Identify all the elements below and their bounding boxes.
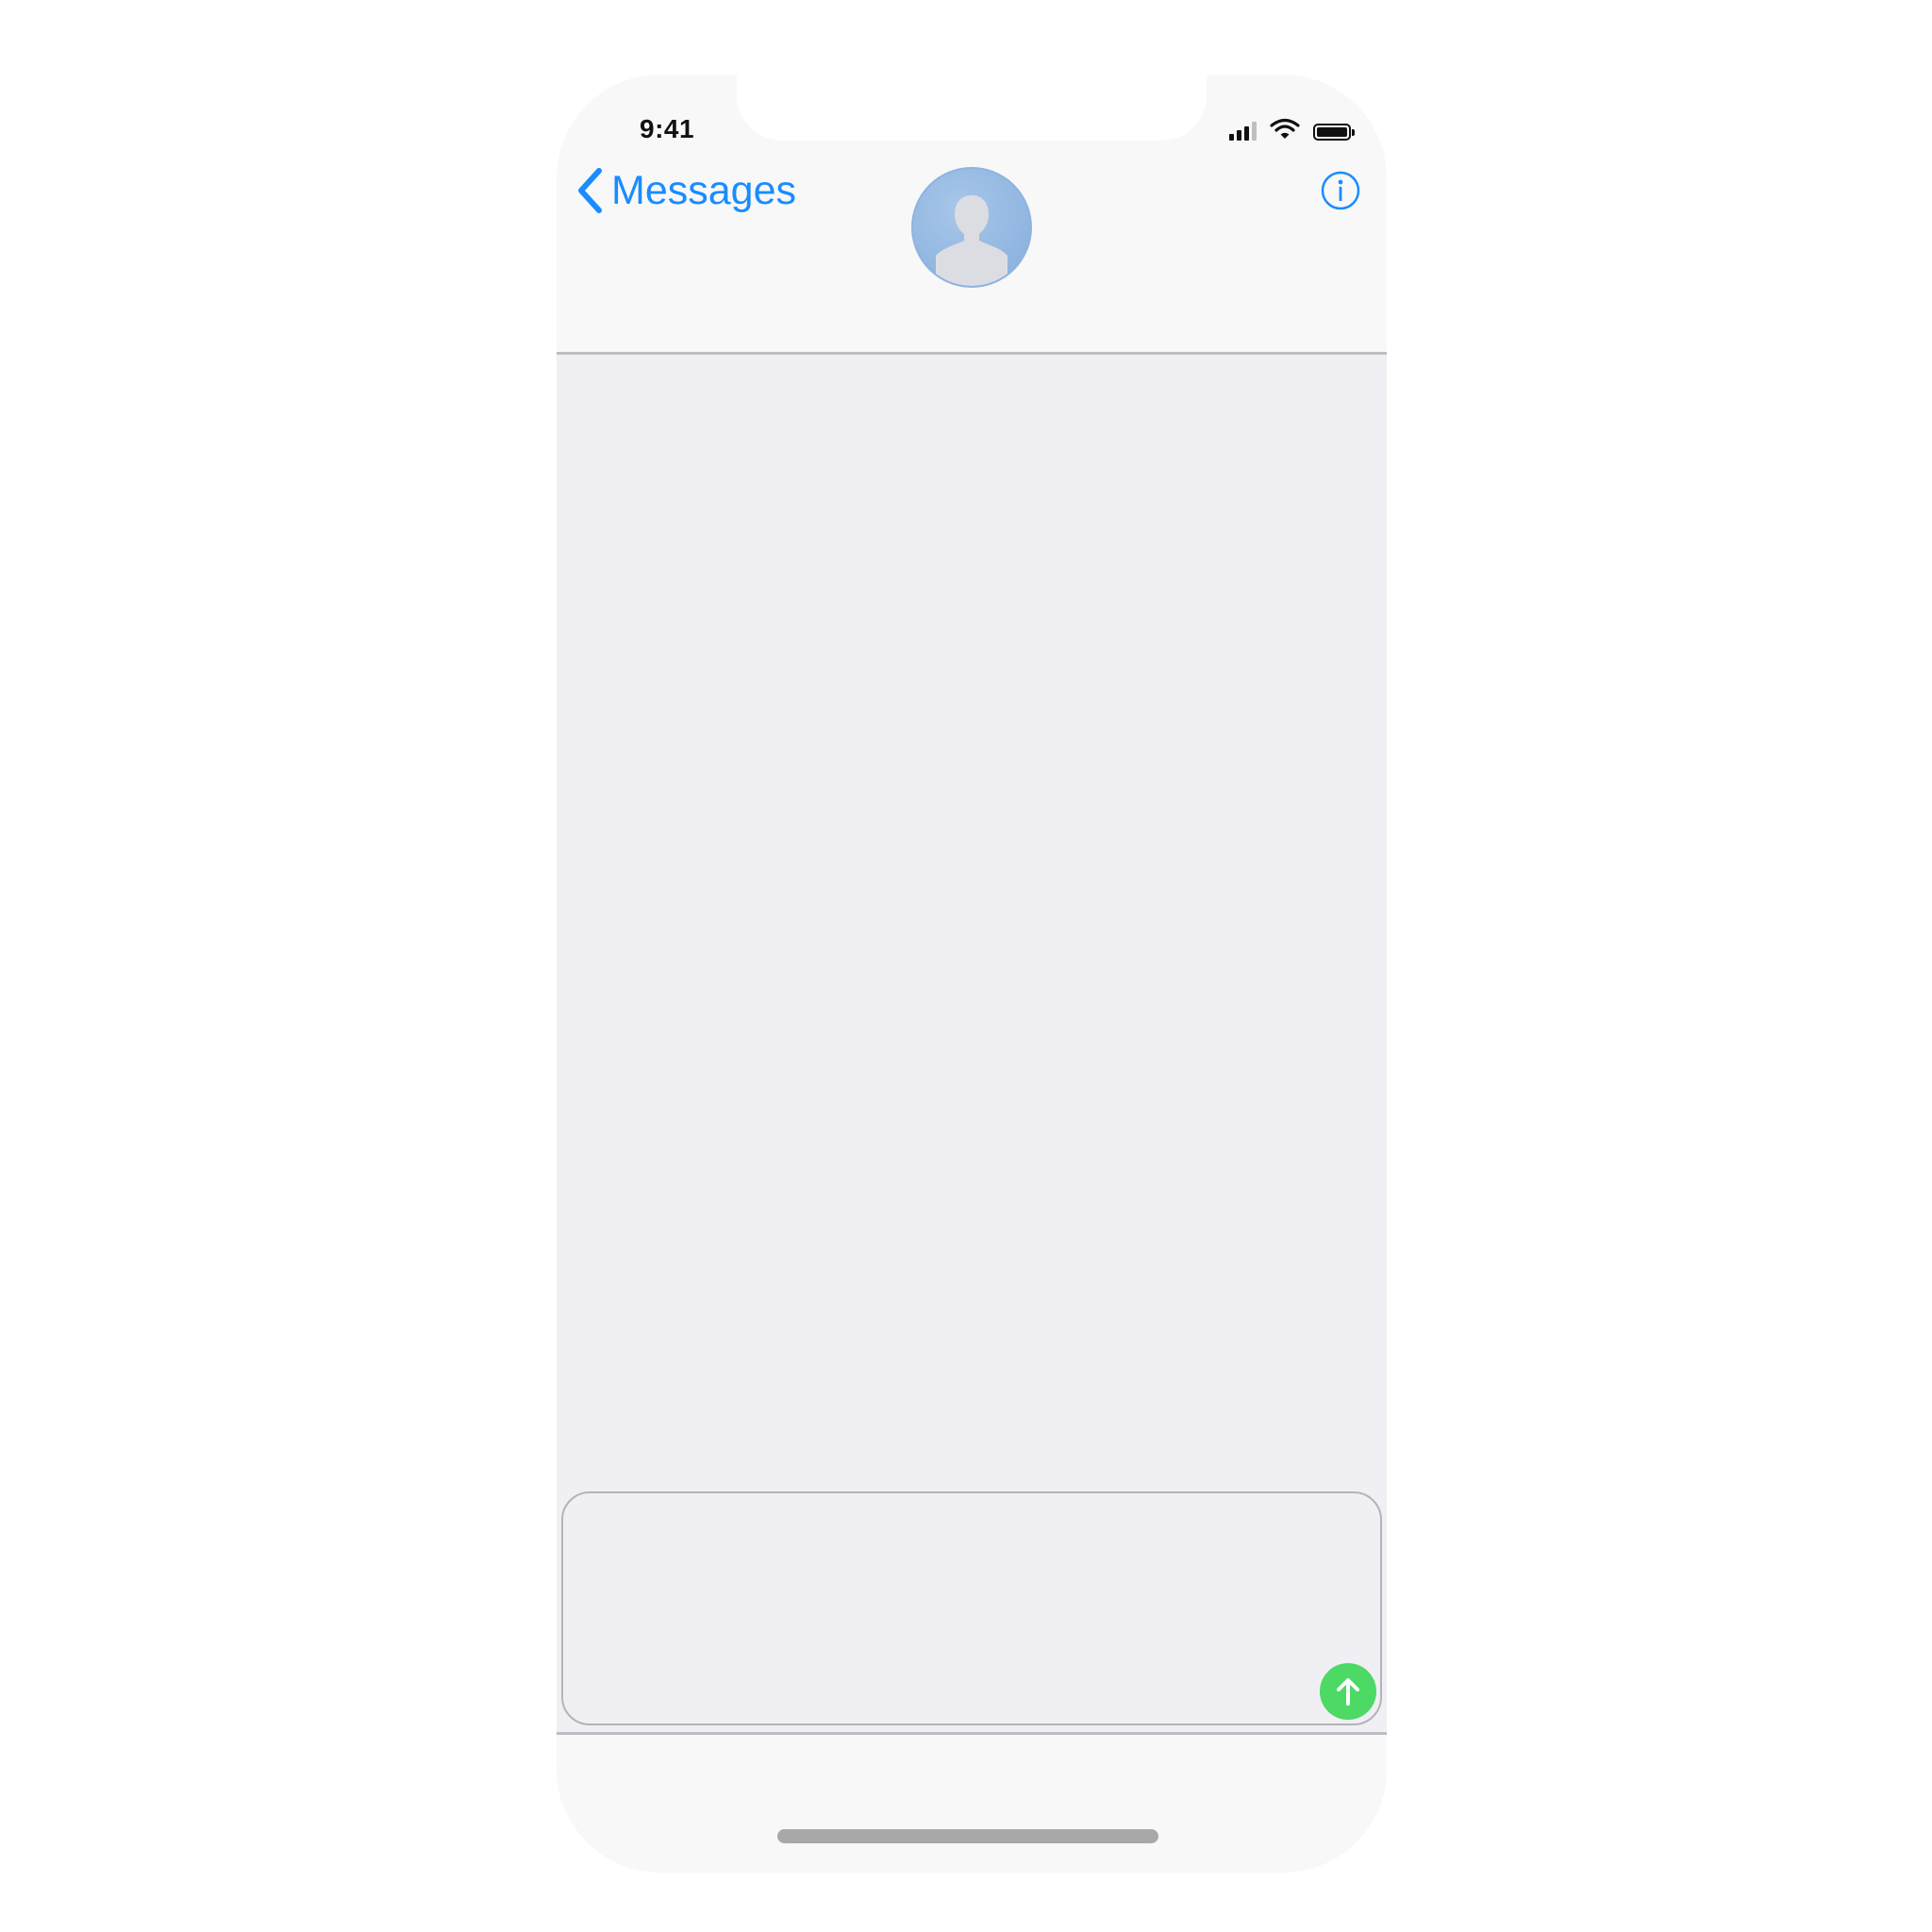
wifi-icon [1270, 118, 1300, 139]
cellular-signal-icon [1229, 120, 1257, 141]
arrow-up-icon [1337, 1678, 1359, 1706]
person-silhouette-icon [936, 195, 1008, 286]
back-label: Messages [611, 167, 796, 213]
contact-avatar[interactable] [911, 167, 1032, 288]
chevron-left-icon [578, 168, 602, 213]
phone-screen: 9:41 Messages [557, 75, 1387, 1873]
info-button[interactable] [1321, 171, 1360, 210]
back-button[interactable]: Messages [575, 167, 796, 214]
send-button[interactable] [1320, 1663, 1376, 1720]
message-input[interactable] [561, 1491, 1382, 1725]
info-icon [1321, 171, 1360, 210]
status-time: 9:41 [640, 114, 695, 143]
home-indicator[interactable] [777, 1829, 1158, 1843]
bottom-bar [557, 1732, 1387, 1873]
status-icons [1229, 118, 1355, 141]
device-notch [737, 75, 1207, 141]
battery-icon [1313, 124, 1355, 141]
